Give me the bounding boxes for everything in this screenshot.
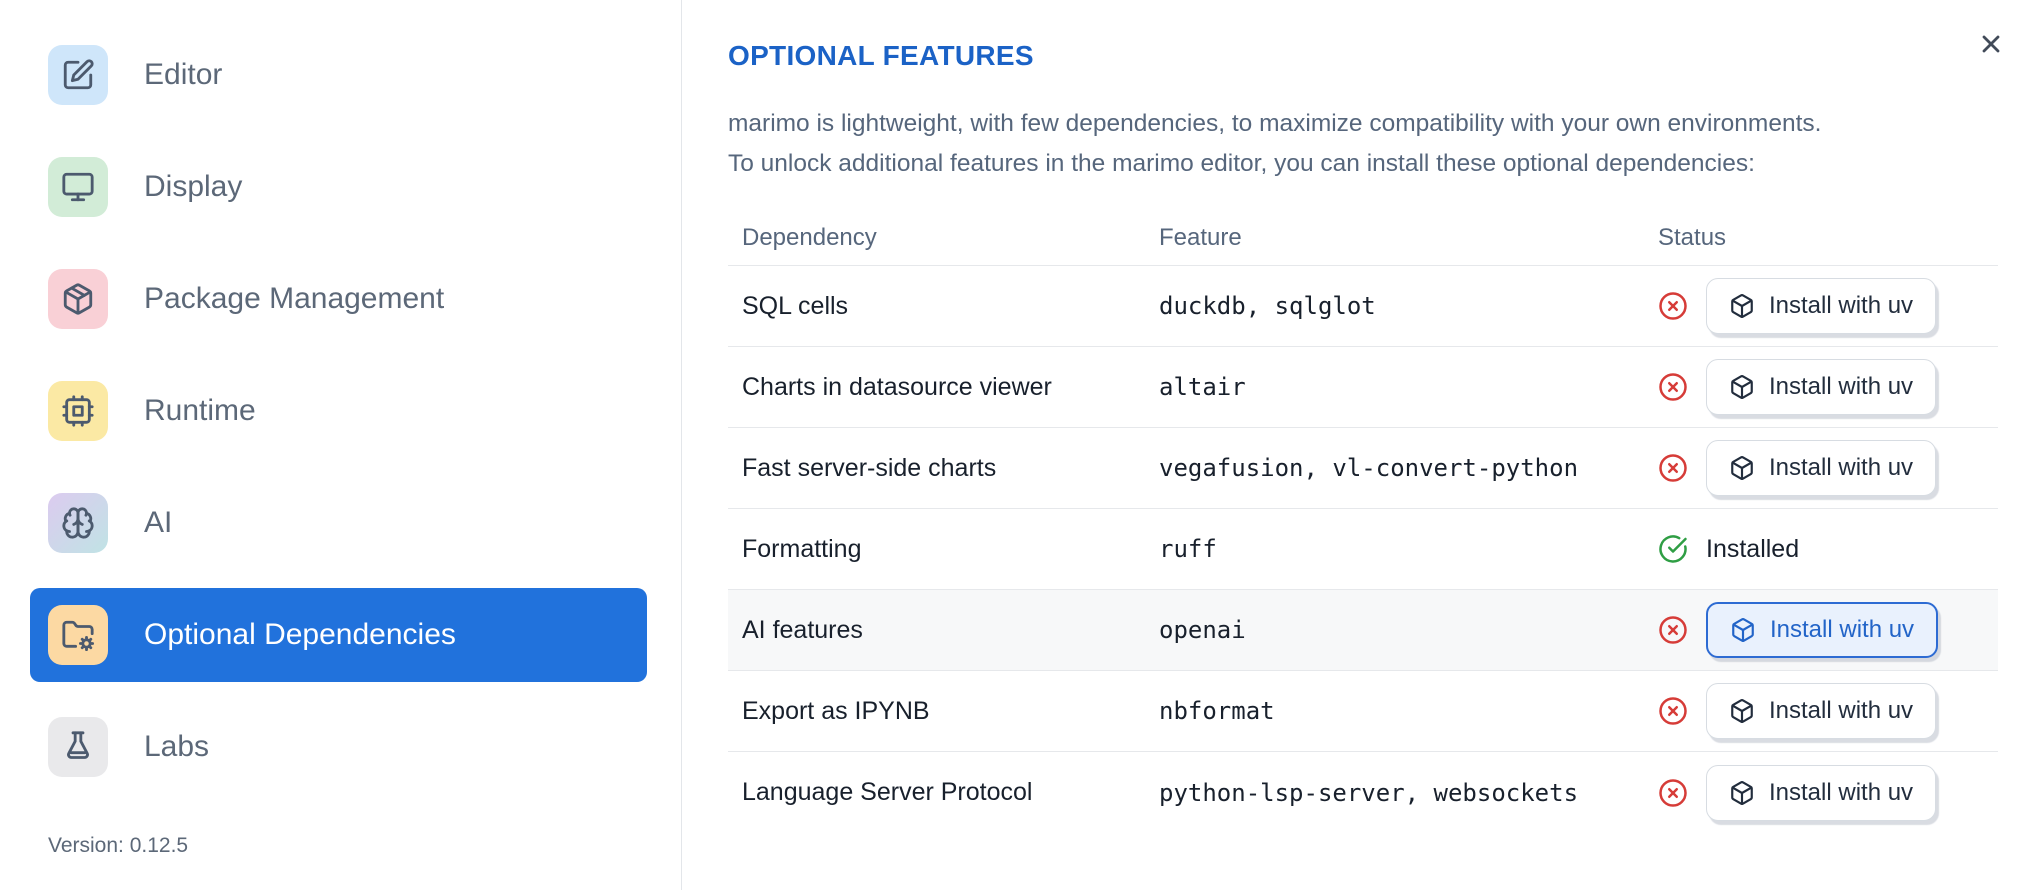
description-line-2: To unlock additional features in the mar… — [728, 150, 1755, 177]
table-row: SQL cells duckdb, sqlglot Install with u… — [728, 266, 1998, 347]
install-button-label: Install with uv — [1770, 616, 1915, 643]
feature-cell: python-lsp-server, websockets — [1159, 778, 1579, 807]
dependencies-table: Dependency Feature Status SQL cells duck… — [728, 210, 1998, 833]
version-label: Version: 0.12.5 — [48, 834, 189, 857]
close-button[interactable] — [1976, 30, 2006, 60]
sidebar-item-label: Optional Dependencies — [144, 618, 456, 651]
cpu-icon — [61, 394, 95, 428]
description-line-1: marimo is lightweight, with few dependen… — [728, 110, 1822, 137]
table-row: Charts in datasource viewer altair Insta… — [728, 347, 1998, 428]
sidebar-item-label: Labs — [144, 730, 210, 763]
install-button-label: Install with uv — [1769, 778, 1914, 806]
page-title: OPTIONAL FEATURES — [728, 40, 1034, 71]
sidebar-item-label: AI — [144, 506, 173, 539]
monitor-icon — [61, 170, 95, 204]
circle-x-icon — [1658, 372, 1688, 402]
circle-check-icon — [1658, 534, 1688, 564]
folder-cog-icon — [61, 618, 95, 652]
sidebar-item-label: Package Management — [144, 282, 445, 315]
dependency-cell: Fast server-side charts — [742, 453, 997, 482]
brain-icon — [61, 506, 95, 540]
box-icon — [1729, 374, 1755, 400]
dependency-cell: SQL cells — [742, 291, 849, 320]
dependency-cell: Language Server Protocol — [742, 778, 1033, 806]
install-with-uv-button[interactable]: Install with uv — [1706, 764, 1937, 821]
status-cell: Install with uv — [1644, 764, 1998, 821]
square-pen-icon — [61, 58, 95, 92]
status-cell: Install with uv — [1644, 359, 1998, 415]
circle-x-icon — [1658, 778, 1688, 808]
install-button-label: Install with uv — [1769, 292, 1914, 319]
install-with-uv-button[interactable]: Install with uv — [1706, 602, 1939, 658]
install-button-label: Install with uv — [1769, 454, 1914, 481]
box-icon — [1730, 617, 1756, 643]
sidebar-item-labs[interactable]: Labs — [30, 700, 647, 794]
install-with-uv-button[interactable]: Install with uv — [1706, 278, 1937, 334]
feature-cell: openai — [1159, 616, 1246, 644]
dependency-cell: Charts in datasource viewer — [742, 372, 1052, 401]
circle-x-icon — [1658, 696, 1688, 726]
feature-cell: duckdb, sqlglot — [1159, 292, 1376, 320]
box-icon — [1729, 698, 1755, 724]
table-body: SQL cells duckdb, sqlglot Install with u… — [728, 266, 1998, 833]
sidebar-item-ai[interactable]: AI — [30, 476, 647, 570]
sidebar-item-package-management[interactable]: Package Management — [30, 252, 647, 346]
sidebar-nav: Editor Display Package Management Runtim… — [0, 28, 681, 794]
feature-cell: ruff — [1159, 535, 1217, 563]
panel-description: marimo is lightweight, with few dependen… — [728, 104, 1998, 184]
column-header-feature: Feature — [1159, 223, 1242, 251]
sidebar-item-icon-box — [48, 269, 108, 329]
circle-x-icon — [1658, 615, 1688, 645]
table-row: Formatting ruff Installed — [728, 509, 1998, 590]
circle-x-icon — [1658, 291, 1688, 321]
box-icon — [1729, 293, 1755, 319]
table-row: Fast server-side charts vegafusion, vl-c… — [728, 428, 1998, 509]
column-header-status: Status — [1658, 223, 1727, 251]
status-cell: Install with uv — [1644, 440, 1998, 496]
sidebar-item-label: Runtime — [144, 394, 256, 427]
table-row: Export as IPYNB nbformat Install with uv — [728, 671, 1998, 752]
sidebar-item-runtime[interactable]: Runtime — [30, 364, 647, 458]
dependency-cell: AI features — [742, 615, 863, 644]
installed-status-label: Installed — [1706, 534, 1800, 563]
status-cell: Install with uv — [1644, 602, 1998, 658]
circle-x-icon — [1658, 453, 1688, 483]
install-button-label: Install with uv — [1769, 697, 1914, 724]
settings-dialog: Editor Display Package Management Runtim… — [0, 0, 2042, 890]
sidebar-item-label: Display — [144, 170, 243, 203]
sidebar: Editor Display Package Management Runtim… — [0, 0, 682, 890]
sidebar-item-label: Editor — [144, 58, 223, 91]
install-button-label: Install with uv — [1769, 373, 1914, 400]
flask-icon — [61, 730, 95, 764]
box-icon — [1729, 455, 1755, 481]
install-with-uv-button[interactable]: Install with uv — [1706, 359, 1937, 415]
feature-cell: altair — [1159, 373, 1246, 401]
box-icon — [1729, 780, 1755, 806]
sidebar-item-icon-box — [48, 157, 108, 217]
optional-features-panel: OPTIONAL FEATURES marimo is lightweight,… — [682, 0, 2042, 890]
status-cell: Install with uv — [1644, 683, 1998, 739]
dependency-cell: Export as IPYNB — [742, 696, 930, 725]
sidebar-item-icon-box — [48, 717, 108, 777]
close-icon — [1977, 30, 2005, 58]
status-cell: Install with uv — [1644, 278, 1998, 334]
table-row: Language Server Protocol python-lsp-serv… — [728, 752, 1998, 833]
install-with-uv-button[interactable]: Install with uv — [1706, 683, 1937, 739]
sidebar-item-icon-box — [48, 45, 108, 105]
install-with-uv-button[interactable]: Install with uv — [1706, 440, 1937, 496]
sidebar-item-display[interactable]: Display — [30, 140, 647, 234]
status-cell: Installed — [1644, 534, 1998, 564]
dependency-cell: Formatting — [742, 534, 862, 563]
sidebar-item-optional-dependencies[interactable]: Optional Dependencies — [30, 588, 647, 682]
column-header-dependency: Dependency — [742, 223, 877, 251]
sidebar-item-icon-box — [48, 605, 108, 665]
table-row: AI features openai Install with uv — [728, 590, 1998, 671]
sidebar-item-icon-box — [48, 381, 108, 441]
table-header-row: Dependency Feature Status — [728, 210, 1998, 266]
package-icon — [61, 282, 95, 316]
feature-cell: nbformat — [1159, 697, 1275, 725]
sidebar-item-editor[interactable]: Editor — [30, 28, 647, 122]
sidebar-item-icon-box — [48, 493, 108, 553]
feature-cell: vegafusion, vl-convert-python — [1159, 454, 1579, 482]
